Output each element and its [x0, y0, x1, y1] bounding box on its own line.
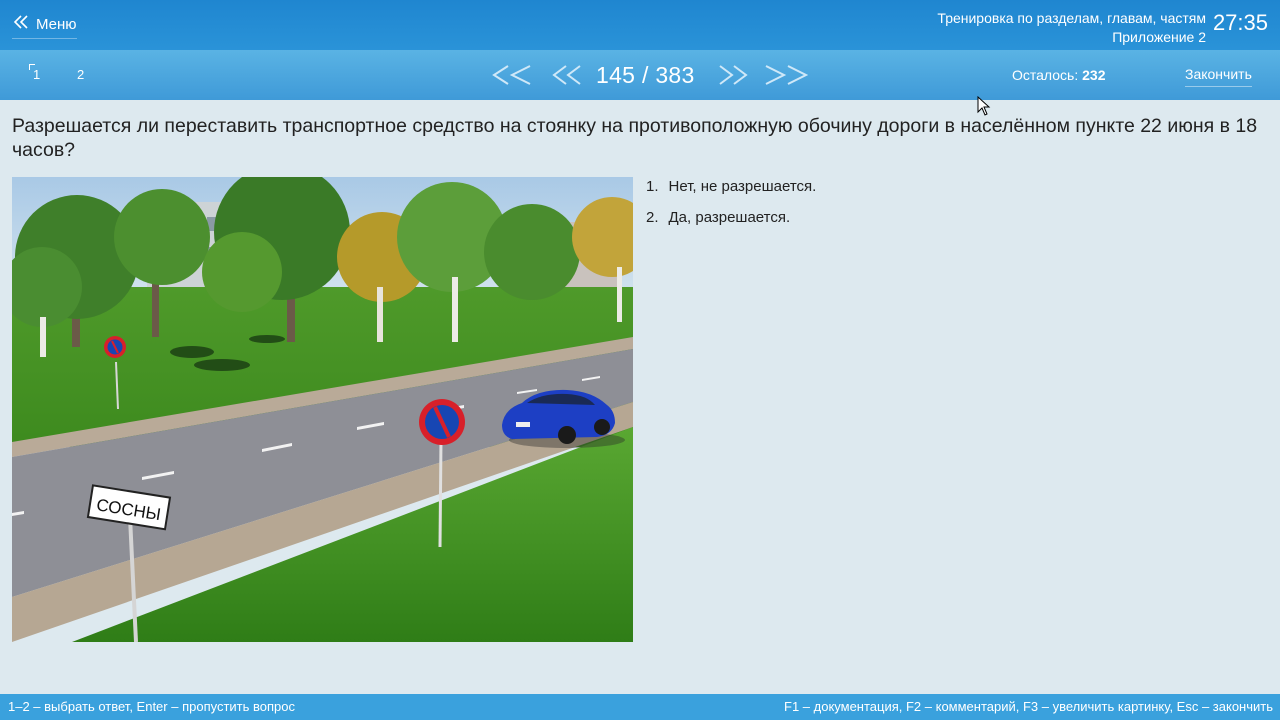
answer-text: Да, разрешается. [668, 209, 791, 226]
previous-question-button[interactable] [550, 63, 594, 87]
remaining-label: Осталось: [1012, 67, 1079, 83]
first-question-button[interactable] [488, 63, 532, 87]
timer: 27:35 [1212, 10, 1268, 35]
question-counter: 145 / 383 [596, 62, 695, 88]
hotkey-hint-right: F1 – документация, F2 – комментарий, F3 … [784, 699, 1273, 714]
double-chevron-left-icon [488, 65, 532, 91]
page-tab-2[interactable]: 2 [77, 67, 84, 82]
navigation-bar: 1 2 145 / 383 Осталось: 232 Закончить [0, 50, 1280, 100]
page-tab-1[interactable]: 1 [28, 64, 40, 82]
answer-list: 1. Нет, не разрешается. 2. Да, разрешает… [646, 178, 816, 240]
finish-button[interactable]: Закончить [1185, 66, 1252, 87]
question-image[interactable]: СОСНЫ [12, 177, 633, 642]
mode-title-line1: Тренировка по разделам, главам, частям [937, 10, 1206, 26]
chevron-left-icon [550, 65, 594, 91]
mode-title-line2: Приложение 2 [1112, 29, 1206, 45]
top-bar: Меню Тренировка по разделам, главам, час… [0, 0, 1280, 50]
mode-title: Тренировка по разделам, главам, частям П… [937, 9, 1206, 47]
menu-label: Меню [36, 15, 77, 33]
question-text: Разрешается ли переставить транспортное … [12, 115, 1258, 161]
remaining-counter: Осталось: 232 [1012, 67, 1105, 83]
remaining-value: 232 [1082, 67, 1106, 83]
last-question-button[interactable] [764, 63, 809, 87]
double-chevron-right-icon [764, 65, 809, 91]
answer-option-1[interactable]: 1. Нет, не разрешается. [646, 178, 816, 209]
answer-number: 1. [646, 178, 659, 195]
answer-text: Нет, не разрешается. [668, 178, 817, 195]
menu-button[interactable]: Меню [12, 14, 77, 39]
answer-option-2[interactable]: 2. Да, разрешается. [646, 209, 816, 240]
answer-number: 2. [646, 209, 659, 226]
chevron-right-icon [716, 65, 760, 91]
next-question-button[interactable] [716, 63, 760, 87]
double-chevron-left-icon [12, 14, 32, 34]
hotkey-bar: 1–2 – выбрать ответ, Enter – пропустить … [0, 694, 1280, 720]
mouse-cursor-icon [977, 96, 991, 116]
road-scene-illustration: СОСНЫ [12, 177, 633, 642]
hotkey-hint-left: 1–2 – выбрать ответ, Enter – пропустить … [8, 699, 296, 714]
